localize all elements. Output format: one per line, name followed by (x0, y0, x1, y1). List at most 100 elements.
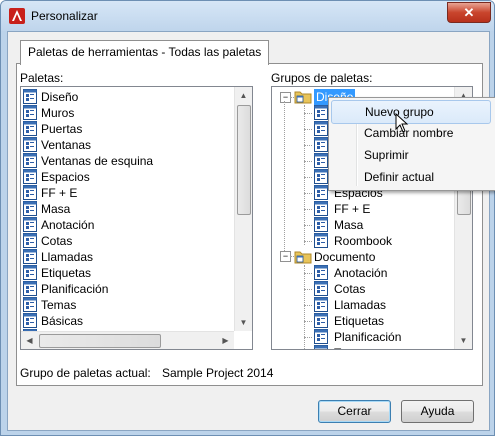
tree-connector-line (304, 241, 312, 242)
menu-item-delete[interactable]: Suprimir (331, 144, 491, 166)
tool-palette-icon (314, 329, 328, 344)
tree-connector-line (304, 273, 312, 274)
mouse-pointer-icon (395, 113, 409, 133)
scroll-left-arrow-icon[interactable]: ◀ (21, 332, 38, 349)
palette-item-label: Anotación (41, 218, 95, 232)
palette-item-label: Planificación (41, 282, 109, 296)
tool-palette-icon (23, 297, 37, 312)
tool-palette-icon (314, 265, 328, 280)
scroll-up-arrow-icon[interactable]: ▲ (235, 87, 252, 104)
current-group-label: Grupo de paletas actual: (20, 366, 151, 380)
tree-connector-line (304, 209, 312, 210)
scroll-down-arrow-icon[interactable]: ▼ (235, 314, 252, 331)
tool-palette-icon (23, 169, 37, 184)
help-button-label: Ayuda (420, 404, 455, 418)
tool-palette-icon (23, 265, 37, 280)
help-button[interactable]: Ayuda (401, 400, 474, 423)
tree-connector-line (304, 105, 305, 245)
tool-palette-icon (314, 313, 328, 328)
tool-palette-icon (314, 201, 328, 216)
autocad-app-icon (9, 8, 25, 24)
tool-palette-icon (314, 153, 328, 168)
tree-child-item[interactable]: Anotación (334, 265, 387, 281)
tool-palette-icon (23, 105, 37, 120)
tree-connector-line (304, 129, 312, 130)
tree-connector-line (304, 193, 312, 194)
tree-child-item[interactable]: Masa (334, 217, 363, 233)
palette-item-label: FF + E (41, 186, 78, 200)
tree-child-item[interactable]: Roombook (334, 233, 392, 249)
tool-palette-icon (314, 217, 328, 232)
tool-palette-icon (314, 297, 328, 312)
tree-child-item[interactable]: Planificación (334, 329, 401, 345)
tree-connector-line (304, 113, 312, 114)
dialog-client-area: Paletas de herramientas - Todas las pale… (7, 31, 490, 431)
close-button[interactable]: Cerrar (318, 400, 391, 423)
palette-item-label: Cotas (41, 234, 73, 248)
palette-item-label: Ventanas de esquina (41, 154, 154, 168)
dialog-window: Personalizar ✕ Paletas de herramientas -… (0, 0, 495, 436)
palette-item-label: Espacios (41, 170, 90, 184)
menu-item-label: Definir actual (364, 170, 435, 184)
palettes-horizontal-scrollbar[interactable]: ◀ ▶ (21, 331, 234, 349)
tree-child-item[interactable]: Cotas (334, 281, 365, 297)
palette-item-label: Ventanas (41, 138, 92, 152)
tree-connector-line (304, 289, 312, 290)
tree-connector-line (304, 177, 312, 178)
tree-child-item[interactable]: Etiquetas (334, 313, 384, 329)
palettes-vertical-scrollbar[interactable]: ▲ ▼ (234, 87, 252, 331)
tree-connector-line (304, 145, 312, 146)
palette-item-label: Temas (41, 298, 77, 312)
scroll-thumb[interactable] (237, 105, 251, 215)
window-close-button[interactable]: ✕ (447, 2, 491, 23)
folder-icon (294, 251, 312, 264)
tree-child-item[interactable]: Temas (334, 345, 369, 349)
tool-palette-icon (23, 313, 37, 328)
tree-connector-line (304, 337, 312, 338)
current-group-value: Sample Project 2014 (162, 366, 274, 380)
tool-palette-icon (23, 201, 37, 216)
tool-palette-icon (314, 137, 328, 152)
tree-connector-line (284, 101, 285, 255)
tool-palette-icon (314, 169, 328, 184)
tool-palette-icon (314, 105, 328, 120)
close-button-label: Cerrar (337, 404, 372, 418)
tool-palette-icon (23, 233, 37, 248)
tool-palette-icon (23, 185, 37, 200)
menu-item-new-group[interactable]: Nuevo grupo (331, 100, 491, 124)
tool-palette-icon (314, 345, 328, 349)
tool-palette-icon (23, 217, 37, 232)
tree-child-item[interactable]: Llamadas (334, 297, 386, 313)
palette-item-label: Puertas (41, 122, 83, 136)
tree-connector-line (304, 225, 312, 226)
menu-item-set-current[interactable]: Definir actual (331, 166, 491, 188)
tree-child-item[interactable]: FF + E (334, 201, 370, 217)
palette-item-label: Masa (41, 202, 71, 216)
tool-palette-icon (23, 137, 37, 152)
tab-all-palettes[interactable]: Paletas de herramientas - Todas las pale… (20, 40, 270, 65)
tool-palette-icon (23, 121, 37, 136)
tool-palette-icon (314, 281, 328, 296)
tree-connector-line (304, 161, 312, 162)
palette-item-label: Muros (41, 106, 75, 120)
tree-connector-line (304, 321, 312, 322)
palette-item-label: Llamadas (41, 250, 94, 264)
tree-group-documento[interactable]: Documento (314, 249, 375, 265)
scroll-down-arrow-icon[interactable]: ▼ (455, 332, 472, 349)
palettes-label: Paletas: (20, 71, 64, 85)
palette-item-label: Diseño (41, 90, 79, 104)
tool-palette-icon (23, 153, 37, 168)
tree-connector-line (304, 305, 312, 306)
palettes-listbox[interactable]: Diseño Muros Puertas Ventanas Ventanas de es… (20, 86, 253, 350)
palette-item-label: Etiquetas (41, 266, 92, 280)
tool-palette-icon (23, 281, 37, 296)
tool-palette-icon (23, 249, 37, 264)
context-menu: Nuevo grupo Cambiar nombre Suprimir Defi… (328, 97, 495, 191)
title-bar[interactable]: Personalizar ✕ (1, 1, 494, 31)
hscroll-thumb[interactable] (39, 334, 161, 348)
scroll-right-arrow-icon[interactable]: ▶ (217, 332, 234, 349)
menu-item-rename[interactable]: Cambiar nombre (331, 122, 491, 144)
folder-icon (294, 91, 312, 104)
window-title: Personalizar (31, 9, 98, 23)
palette-item-label: Básicas (41, 314, 84, 328)
